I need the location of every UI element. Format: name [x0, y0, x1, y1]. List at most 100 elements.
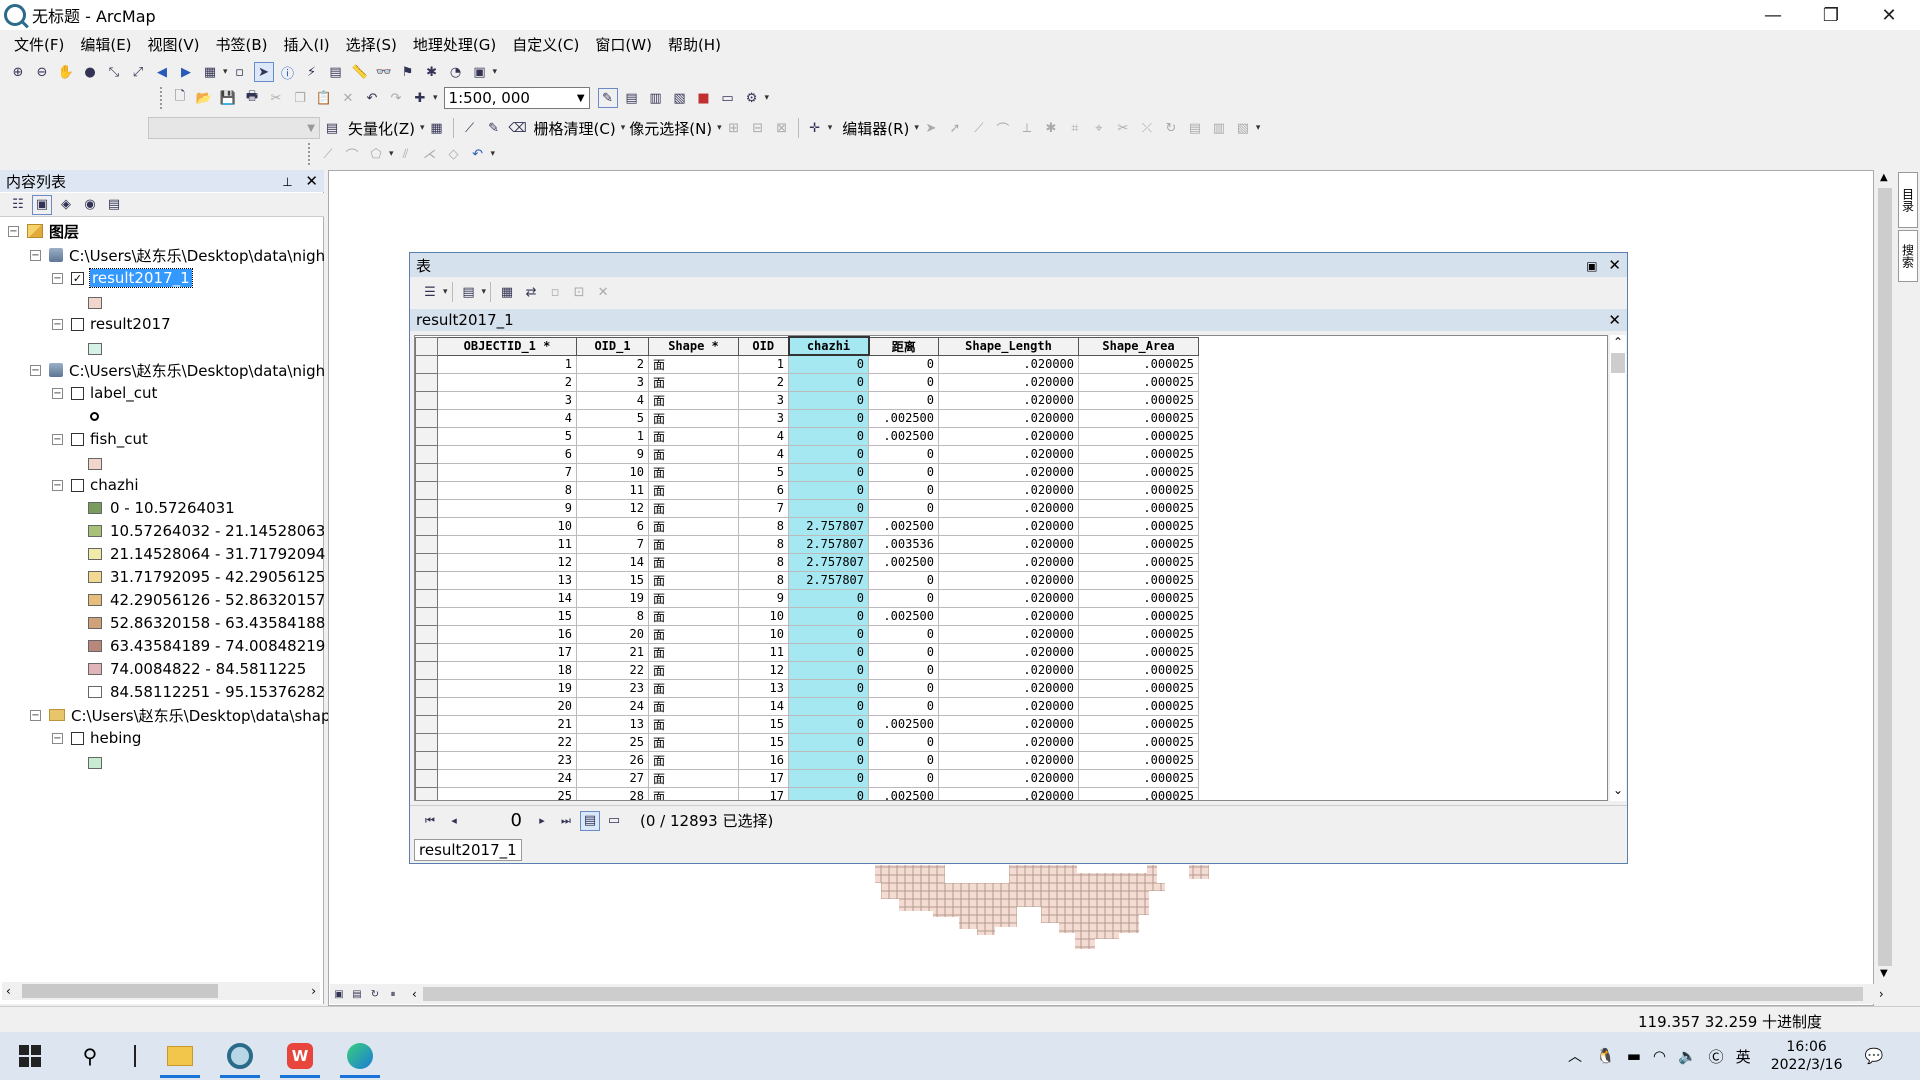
table-of-contents-icon[interactable]: ▤ — [622, 88, 642, 108]
table-cell[interactable]: 15 — [576, 570, 649, 590]
table-cell[interactable]: 0 — [868, 480, 939, 500]
row-selector[interactable] — [415, 552, 438, 572]
table-cell[interactable]: 14 — [437, 588, 577, 608]
table-cell[interactable]: 13 — [738, 678, 789, 698]
class-swatch[interactable] — [88, 548, 102, 560]
table-cell[interactable]: .000025 — [1078, 696, 1199, 716]
class-row[interactable]: 10.57264032 - 21.14528063 — [88, 520, 325, 542]
split-icon[interactable]: ⤫ — [1137, 118, 1157, 138]
table-cell[interactable]: 5 — [576, 408, 649, 428]
attribute-grid[interactable]: OBJECTID_1 * OID_1 Shape * OID chazhi 距离… — [414, 335, 1608, 801]
table-cell[interactable]: 5 — [437, 426, 577, 446]
table-cell[interactable]: 4 — [437, 408, 577, 428]
table-cell[interactable]: .000025 — [1078, 354, 1199, 374]
map-vertical-scrollbar[interactable]: ▲ ▼ — [1876, 172, 1894, 984]
table-cell[interactable]: 0 — [868, 570, 939, 590]
table-cell[interactable]: 0 — [868, 372, 939, 392]
scroll-right-icon[interactable]: › — [1879, 987, 1884, 1001]
table-cell[interactable]: 2.757807 — [788, 516, 869, 536]
table-cell[interactable]: 0 — [788, 732, 869, 752]
current-record-field[interactable]: 0 — [466, 810, 522, 831]
scroll-thumb[interactable] — [1878, 188, 1892, 966]
table-cell[interactable]: 16 — [738, 750, 789, 770]
layer-visibility-checkbox[interactable]: ✓ — [71, 271, 84, 285]
table-row[interactable]: 4 5 面 3 0.002500.020000.000025 — [415, 408, 1199, 428]
collapse-icon[interactable]: − — [52, 387, 63, 399]
collapse-icon[interactable]: − — [52, 479, 63, 491]
layer-visibility-checkbox[interactable] — [71, 317, 84, 331]
wifi-icon[interactable]: ◠ — [1653, 1047, 1666, 1065]
table-cell[interactable]: 20 — [437, 696, 577, 716]
table-cell[interactable]: 15 — [738, 732, 789, 752]
polygon-grid-feature-small[interactable] — [1189, 865, 1209, 879]
ime-language-label[interactable]: 英 — [1736, 1046, 1751, 1067]
table-window-title-bar[interactable]: 表 ▣ ✕ — [410, 253, 1627, 277]
table-row[interactable]: 12 14 面 8 2.757807.002500.020000.000025 — [415, 552, 1199, 572]
table-cell[interactable]: 3 — [576, 372, 649, 392]
row-selector[interactable] — [415, 642, 438, 662]
class-swatch[interactable] — [88, 617, 102, 629]
table-cell[interactable]: .020000 — [938, 660, 1079, 680]
table-cell[interactable]: 11 — [437, 534, 577, 554]
table-cell[interactable]: 面 — [648, 570, 739, 590]
table-cell[interactable]: .020000 — [938, 750, 1079, 770]
class-swatch[interactable] — [88, 525, 102, 537]
eraser-icon[interactable]: ⌫ — [508, 118, 528, 138]
class-row[interactable]: 42.29056126 - 52.86320157 — [88, 589, 325, 611]
table-cell[interactable]: 0 — [788, 462, 869, 482]
table-cell[interactable]: 17 — [738, 786, 789, 800]
class-row[interactable]: 63.43584189 - 74.00848219 — [88, 635, 325, 657]
table-bottom-tab[interactable]: result2017_1 — [414, 839, 522, 861]
table-cell[interactable]: 10 — [576, 462, 649, 482]
shape-tool-icon[interactable]: ⬠ — [366, 144, 386, 164]
table-cell[interactable]: .000025 — [1078, 552, 1199, 572]
collapse-icon[interactable]: − — [52, 272, 63, 284]
table-cell[interactable]: .003536 — [868, 534, 939, 554]
scroll-thumb[interactable] — [22, 984, 218, 998]
column-header[interactable]: Shape * — [648, 336, 739, 356]
volume-icon[interactable]: 🔈 — [1678, 1047, 1697, 1065]
scroll-right-icon[interactable]: › — [311, 984, 316, 998]
collapse-icon[interactable]: − — [30, 249, 41, 261]
table-cell[interactable]: 11 — [738, 642, 789, 662]
table-cell[interactable]: 6 — [437, 444, 577, 464]
table-row[interactable]: 1 2 面 1 0 0.020000.000025 — [415, 354, 1199, 374]
menu-customize[interactable]: 自定义(C) — [504, 34, 587, 55]
table-cell[interactable]: 0 — [868, 390, 939, 410]
table-row[interactable]: 3 4 面 3 0 0.020000.000025 — [415, 390, 1199, 410]
menu-edit[interactable]: 编辑(E) — [72, 34, 139, 55]
editor-toolbar-icon[interactable]: ✎ — [597, 88, 618, 108]
table-cell[interactable]: .000025 — [1078, 426, 1199, 446]
table-cell[interactable]: 0 — [788, 714, 869, 734]
table-cell[interactable]: 2.757807 — [788, 570, 869, 590]
table-cell[interactable]: 面 — [648, 408, 739, 428]
table-cell[interactable]: 面 — [648, 714, 739, 734]
table-row[interactable]: 15 8 面 10 0.002500.020000.000025 — [415, 606, 1199, 626]
table-cell[interactable]: 11 — [576, 480, 649, 500]
table-cell[interactable]: .020000 — [938, 786, 1079, 800]
table-cell[interactable]: 3 — [738, 390, 789, 410]
notification-icon[interactable]: 💬 — [1864, 1047, 1883, 1065]
table-cell[interactable]: 2 — [437, 372, 577, 392]
pause-drawing-icon[interactable]: ⏸ — [386, 987, 400, 1001]
table-row[interactable]: 6 9 面 4 0 0.020000.000025 — [415, 444, 1199, 464]
table-cell[interactable]: .020000 — [938, 768, 1079, 788]
ime-status-icon[interactable]: Ⓒ — [1709, 1046, 1724, 1067]
table-row[interactable]: 11 7 面 8 2.757807.003536.020000.000025 — [415, 534, 1199, 554]
table-row[interactable]: 14 19 面 9 0 0.020000.000025 — [415, 588, 1199, 608]
table-cell[interactable]: 0 — [788, 444, 869, 464]
table-cell[interactable]: 0 — [788, 372, 869, 392]
table-cell[interactable]: 面 — [648, 768, 739, 788]
table-cell[interactable]: 1 — [738, 354, 789, 374]
new-document-icon[interactable]: 🗋 — [170, 88, 190, 108]
table-cell[interactable]: 2.757807 — [788, 552, 869, 572]
table-cell[interactable]: 0 — [788, 408, 869, 428]
table-cell[interactable]: .002500 — [868, 606, 939, 626]
full-extent-globe-icon[interactable]: ● — [80, 62, 100, 82]
table-cell[interactable]: .020000 — [938, 534, 1079, 554]
table-cell[interactable]: 26 — [576, 750, 649, 770]
table-cell[interactable]: 12 — [738, 660, 789, 680]
table-row[interactable]: 7 10 面 5 0 0.020000.000025 — [415, 462, 1199, 482]
table-cell[interactable]: .000025 — [1078, 498, 1199, 518]
table-cell[interactable]: 0 — [788, 480, 869, 500]
